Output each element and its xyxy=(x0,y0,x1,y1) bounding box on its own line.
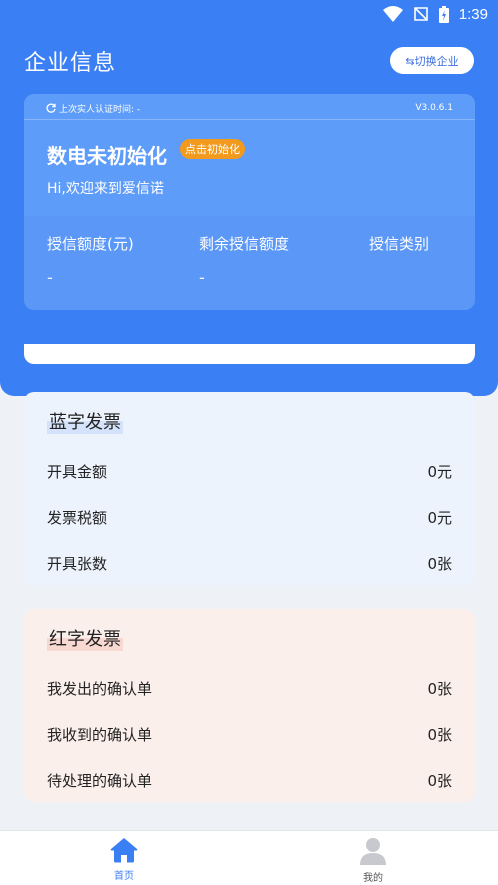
remaining-credit-label: 剩余授信额度 xyxy=(199,235,290,253)
sent-confirmation-row[interactable]: 我发出的确认单 0张 xyxy=(47,677,452,699)
nav-mine-label: 我的 xyxy=(363,873,383,884)
nav-home[interactable]: 首页 xyxy=(94,837,154,882)
nav-home-label: 首页 xyxy=(114,871,134,882)
blue-invoice-title: 蓝字发票 xyxy=(47,408,123,434)
wifi-icon xyxy=(382,6,403,22)
row-label: 我发出的确认单 xyxy=(47,679,153,698)
red-invoice-panel[interactable]: 红字发票 我发出的确认单 0张 我收到的确认单 0张 待处理的确认单 0张 xyxy=(24,609,475,802)
page-title: 企业信息 xyxy=(24,51,117,76)
no-signal-icon xyxy=(413,7,428,21)
row-value: 0元 xyxy=(427,508,452,527)
received-confirmation-row[interactable]: 我收到的确认单 0张 xyxy=(47,723,452,745)
bottom-nav: 首页 我的 xyxy=(0,830,498,885)
row-value: 0张 xyxy=(427,771,452,790)
row-label: 开具金额 xyxy=(47,462,108,481)
welcome-text: Hi,欢迎来到爱信诺 xyxy=(47,181,164,197)
nav-mine[interactable]: 我的 xyxy=(343,837,403,884)
remaining-credit: 剩余授信额度 - xyxy=(199,233,289,287)
issued-count-row: 开具张数 0张 xyxy=(47,552,452,574)
credit-limit: 授信额度(元) - xyxy=(47,233,134,287)
header-background: 1:39 企业信息 ⇆切换企业 上次实人认证时间: - V3.0.6.1 数电未… xyxy=(0,0,498,396)
row-value: 0元 xyxy=(427,462,452,481)
row-value: 0张 xyxy=(427,679,452,698)
screen: 1:39 企业信息 ⇆切换企业 上次实人认证时间: - V3.0.6.1 数电未… xyxy=(0,0,498,885)
divider xyxy=(24,119,475,120)
version-text: V3.0.6.1 xyxy=(415,103,453,113)
user-icon xyxy=(360,838,386,865)
row-value: 0张 xyxy=(427,725,452,744)
issued-amount-row: 开具金额 0元 xyxy=(47,460,452,482)
credit-type-label: 授信类别 xyxy=(369,235,430,253)
row-label: 待处理的确认单 xyxy=(47,771,153,790)
initialize-button[interactable]: 点击初始化 xyxy=(180,139,245,159)
row-label: 开具张数 xyxy=(47,554,108,573)
row-label: 发票税额 xyxy=(47,508,108,527)
company-name: 数电未初始化 xyxy=(47,144,167,168)
battery-icon xyxy=(438,5,449,23)
red-invoice-title: 红字发票 xyxy=(47,625,123,651)
credit-limit-label: 授信额度(元) xyxy=(47,235,134,253)
credit-type: 授信类别 xyxy=(369,233,429,268)
row-label: 我收到的确认单 xyxy=(47,725,153,744)
refresh-icon[interactable] xyxy=(46,103,56,113)
home-icon xyxy=(110,838,138,863)
row-value: 0张 xyxy=(427,554,452,573)
invoice-tax-row: 发票税额 0元 xyxy=(47,506,452,528)
credit-limit-value: - xyxy=(47,268,53,287)
company-info-card: 上次实人认证时间: - V3.0.6.1 数电未初始化 点击初始化 Hi,欢迎来… xyxy=(24,94,475,310)
switch-company-label: ⇆切换企业 xyxy=(405,54,459,68)
remaining-credit-value: - xyxy=(199,268,205,287)
switch-company-button[interactable]: ⇆切换企业 xyxy=(390,47,474,74)
status-time: 1:39 xyxy=(458,5,488,23)
card-bottom-strip xyxy=(24,344,475,364)
pending-confirmation-row[interactable]: 待处理的确认单 0张 xyxy=(47,769,452,791)
blue-invoice-panel[interactable]: 蓝字发票 开具金额 0元 发票税额 0元 开具张数 0张 xyxy=(24,392,475,585)
info-meta: 上次实人认证时间: - V3.0.6.1 xyxy=(46,101,453,115)
last-verify-text: 上次实人认证时间: - xyxy=(59,104,141,115)
status-bar: 1:39 xyxy=(382,2,488,26)
